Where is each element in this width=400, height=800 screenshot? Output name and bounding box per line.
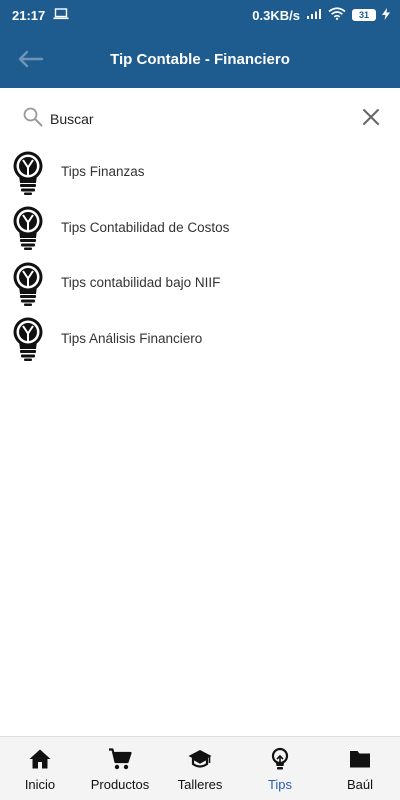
- close-icon[interactable]: [360, 106, 382, 128]
- search-bar: Buscar: [0, 98, 400, 136]
- graduation-cap-icon: [188, 750, 212, 768]
- nav-item-tips[interactable]: Tips: [240, 737, 320, 800]
- list-item[interactable]: Tips Contabilidad de Costos: [0, 200, 400, 256]
- list-item[interactable]: Tips contabilidad bajo NIIF: [0, 255, 400, 311]
- bottom-navigation: Inicio Productos Talleres Tips Baúl: [0, 736, 400, 800]
- list-item[interactable]: Tips Finanzas: [0, 144, 400, 200]
- lightbulb-icon: [10, 260, 46, 306]
- lightbulb-icon: [10, 204, 46, 251]
- list-item[interactable]: Tips Análisis Financiero: [0, 311, 400, 367]
- list-item-label: Tips Finanzas: [61, 164, 145, 180]
- signal-icon: [306, 8, 322, 23]
- folder-icon: [350, 751, 370, 768]
- battery-icon: 31: [352, 9, 376, 21]
- nav-label-productos: Productos: [90, 777, 150, 792]
- status-time: 21:17: [12, 7, 46, 23]
- nav-label-talleres: Talleres: [177, 777, 223, 792]
- nav-label-inicio: Inicio: [24, 777, 56, 792]
- laptop-icon: [53, 7, 69, 23]
- nav-item-baul[interactable]: Baúl: [320, 737, 400, 800]
- wifi-icon: [328, 7, 346, 23]
- charging-icon: [382, 7, 390, 23]
- nav-label-tips: Tips: [267, 777, 293, 792]
- page-title: Tip Contable - Financiero: [110, 50, 290, 68]
- nav-item-talleres[interactable]: Talleres: [160, 737, 240, 800]
- lightbulb-icon: [10, 149, 46, 195]
- nav-label-baul: Baúl: [346, 777, 374, 792]
- list-item-label: Tips contabilidad bajo NIIF: [61, 275, 221, 291]
- cart-icon: [109, 748, 132, 770]
- search-input[interactable]: Buscar: [50, 107, 360, 127]
- status-bar: 21:17 0.3KB/s 31: [0, 0, 400, 30]
- nav-item-productos[interactable]: Productos: [80, 737, 160, 800]
- home-icon: [29, 749, 51, 769]
- lightbulb-icon: [271, 747, 289, 770]
- app-bar: Tip Contable - Financiero: [0, 30, 400, 88]
- back-arrow-icon[interactable]: [16, 48, 44, 70]
- nav-item-inicio[interactable]: Inicio: [0, 737, 80, 800]
- search-icon: [22, 106, 44, 128]
- tips-list: Tips Finanzas Tips Contabilidad de Costo…: [0, 144, 400, 366]
- lightbulb-icon: [10, 315, 46, 362]
- list-item-label: Tips Contabilidad de Costos: [61, 219, 230, 235]
- network-speed: 0.3KB/s: [252, 7, 300, 23]
- list-item-label: Tips Análisis Financiero: [61, 330, 203, 346]
